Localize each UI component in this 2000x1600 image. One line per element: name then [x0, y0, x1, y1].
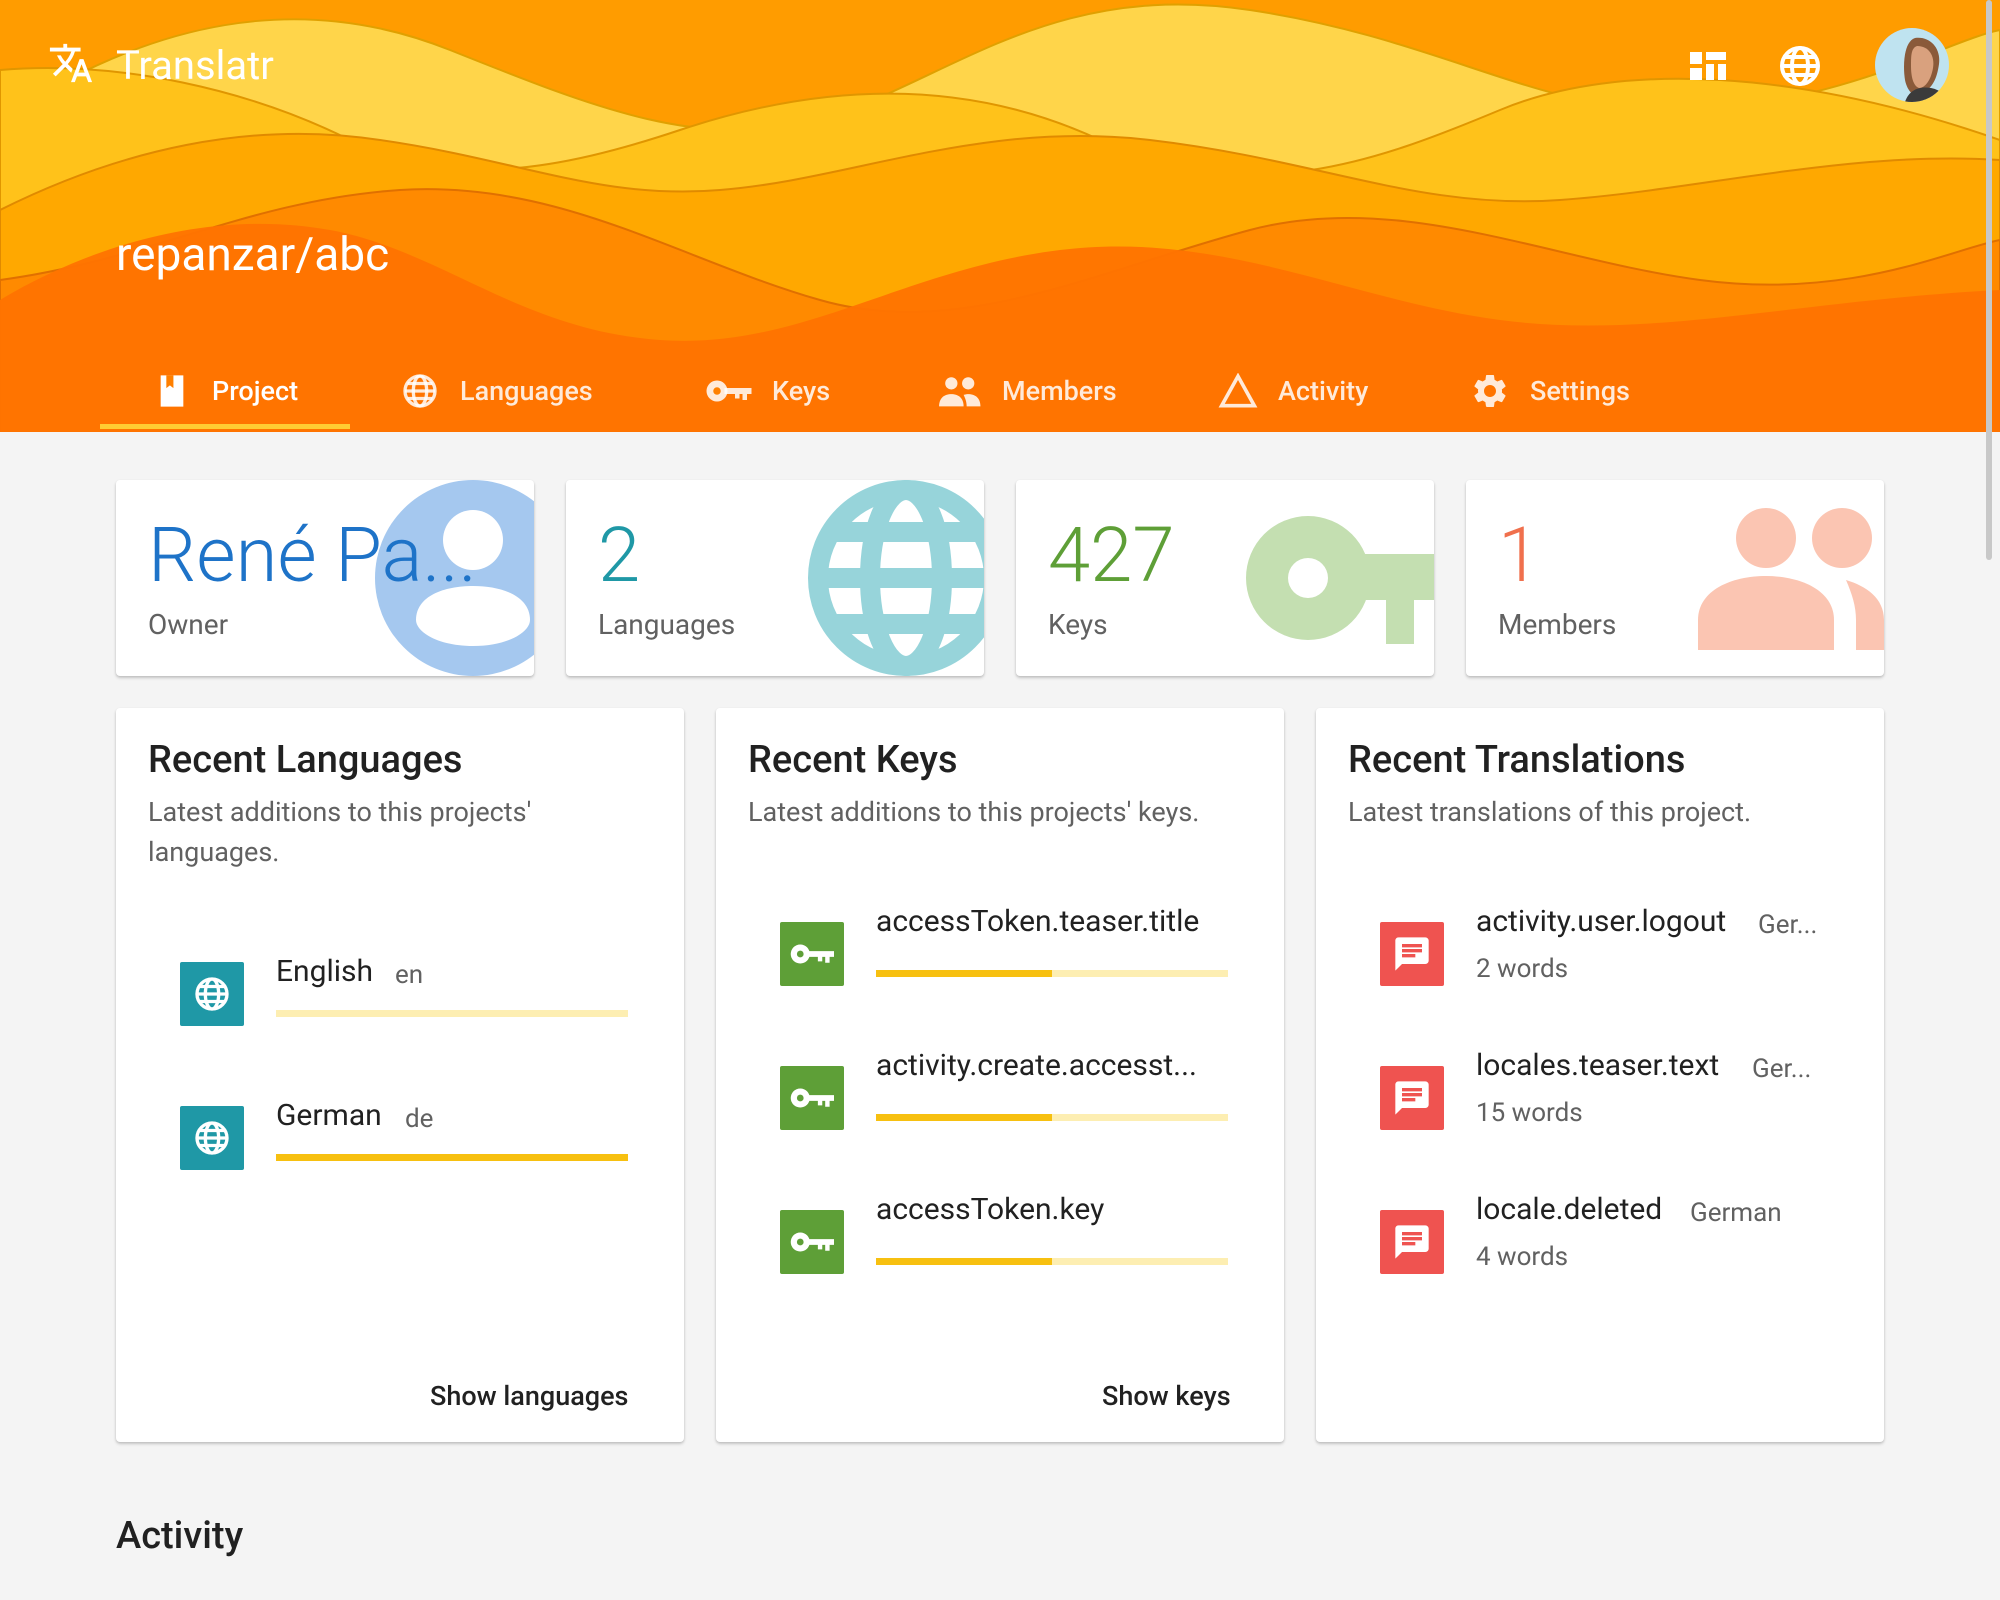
- key-name: activity.create.accesst...: [876, 1048, 1197, 1083]
- vertical-scrollbar[interactable]: [1986, 0, 1992, 560]
- tab-label: Languages: [460, 375, 593, 407]
- translation-word-count: 2 words: [1476, 954, 1569, 984]
- progress-bar: [876, 970, 1228, 977]
- tab-members[interactable]: Members: [936, 352, 1117, 430]
- card-title: Recent Languages: [148, 738, 463, 782]
- tab-activity[interactable]: Activity: [1218, 352, 1368, 430]
- key-icon: [706, 371, 752, 411]
- card-subtitle: Latest translations of this project.: [1348, 796, 1752, 828]
- tab-label: Members: [1002, 375, 1117, 407]
- language-code: de: [405, 1104, 434, 1134]
- globe-icon: [808, 480, 984, 676]
- tab-settings[interactable]: Settings: [1470, 352, 1630, 430]
- globe-icon[interactable]: [1776, 42, 1824, 90]
- tab-project[interactable]: Project: [152, 352, 298, 430]
- progress-bar: [876, 1114, 1228, 1121]
- project-header: Translatr repanzar/abc Project Languages…: [0, 0, 2000, 432]
- list-item[interactable]: German de: [116, 1088, 684, 1188]
- key-name: accessToken.teaser.title: [876, 904, 1200, 939]
- tab-label: Settings: [1530, 375, 1630, 407]
- list-item[interactable]: activity.user.logout Ger... 2 words: [1316, 904, 1884, 1004]
- message-icon: [1380, 1210, 1444, 1274]
- card-title: Recent Translations: [1348, 738, 1686, 782]
- owner-label: Owner: [148, 608, 229, 641]
- translation-key: activity.user.logout: [1476, 904, 1727, 939]
- book-icon: [152, 371, 192, 411]
- members-stat-card[interactable]: 1 Members: [1466, 480, 1884, 676]
- message-icon: [1380, 922, 1444, 986]
- tab-label: Activity: [1278, 375, 1369, 407]
- owner-stat-card[interactable]: René Pa... Owner: [116, 480, 534, 676]
- language-name: English: [276, 954, 374, 989]
- recent-languages-card: Recent Languages Latest additions to thi…: [116, 708, 684, 1442]
- translate-icon: [48, 40, 94, 90]
- message-icon: [1380, 1066, 1444, 1130]
- list-item[interactable]: accessToken.key: [716, 1192, 1284, 1292]
- key-icon: [780, 1210, 844, 1274]
- show-languages-button[interactable]: Show languages: [430, 1380, 628, 1412]
- owner-name: René Pa...: [148, 510, 477, 600]
- key-name: accessToken.key: [876, 1192, 1105, 1227]
- activity-section-title: Activity: [116, 1514, 244, 1558]
- keys-stat-card[interactable]: 427 Keys: [1016, 480, 1434, 676]
- card-subtitle: Latest additions to this projects' langu…: [148, 796, 532, 868]
- translation-key: locales.teaser.text: [1476, 1048, 1720, 1083]
- recent-keys-card: Recent Keys Latest additions to this pro…: [716, 708, 1284, 1442]
- list-item[interactable]: accessToken.teaser.title: [716, 904, 1284, 1004]
- progress-bar: [276, 1154, 628, 1161]
- language-code: en: [395, 960, 424, 990]
- languages-stat-card[interactable]: 2 Languages: [566, 480, 984, 676]
- gear-icon: [1470, 371, 1510, 411]
- show-keys-button[interactable]: Show keys: [1102, 1380, 1231, 1412]
- user-avatar[interactable]: [1875, 28, 1949, 102]
- languages-count: 2: [598, 510, 641, 600]
- translation-locale: Ger...: [1758, 910, 1818, 940]
- globe-icon: [400, 371, 440, 411]
- progress-bar: [876, 1258, 1228, 1265]
- translation-word-count: 4 words: [1476, 1242, 1569, 1272]
- translation-locale: German: [1690, 1198, 1782, 1228]
- tab-label: Keys: [772, 375, 831, 407]
- top-app-bar: Translatr: [0, 0, 2000, 130]
- list-item[interactable]: locales.teaser.text Ger... 15 words: [1316, 1048, 1884, 1148]
- progress-bar: [276, 1010, 628, 1017]
- app-brand[interactable]: Translatr: [48, 40, 274, 90]
- globe-icon: [180, 962, 244, 1026]
- recent-translations-card: Recent Translations Latest translations …: [1316, 708, 1884, 1442]
- project-title: repanzar/abc: [116, 228, 390, 282]
- triangle-icon: [1218, 371, 1258, 411]
- app-title: Translatr: [116, 41, 274, 89]
- key-icon: [1246, 516, 1434, 644]
- card-title: Recent Keys: [748, 738, 958, 782]
- translation-locale: Ger...: [1752, 1054, 1812, 1084]
- tab-label: Project: [212, 375, 299, 407]
- language-name: German: [276, 1098, 382, 1133]
- card-subtitle: Latest additions to this projects' keys.: [748, 796, 1200, 828]
- people-icon: [1698, 508, 1884, 650]
- key-icon: [780, 1066, 844, 1130]
- members-count: 1: [1498, 510, 1541, 600]
- list-item[interactable]: activity.create.accesst...: [716, 1048, 1284, 1148]
- tab-languages[interactable]: Languages: [400, 352, 593, 430]
- translation-key: locale.deleted: [1476, 1192, 1663, 1227]
- members-label: Members: [1498, 608, 1617, 641]
- keys-count: 427: [1048, 510, 1175, 600]
- translation-word-count: 15 words: [1476, 1098, 1583, 1128]
- globe-icon: [180, 1106, 244, 1170]
- languages-label: Languages: [598, 608, 736, 641]
- keys-label: Keys: [1048, 608, 1108, 641]
- tab-keys[interactable]: Keys: [706, 352, 830, 430]
- key-icon: [780, 922, 844, 986]
- dashboard-icon[interactable]: [1684, 42, 1732, 90]
- people-icon: [936, 371, 982, 411]
- list-item[interactable]: English en: [116, 944, 684, 1044]
- active-tab-indicator: [100, 424, 350, 429]
- list-item[interactable]: locale.deleted German 4 words: [1316, 1192, 1884, 1292]
